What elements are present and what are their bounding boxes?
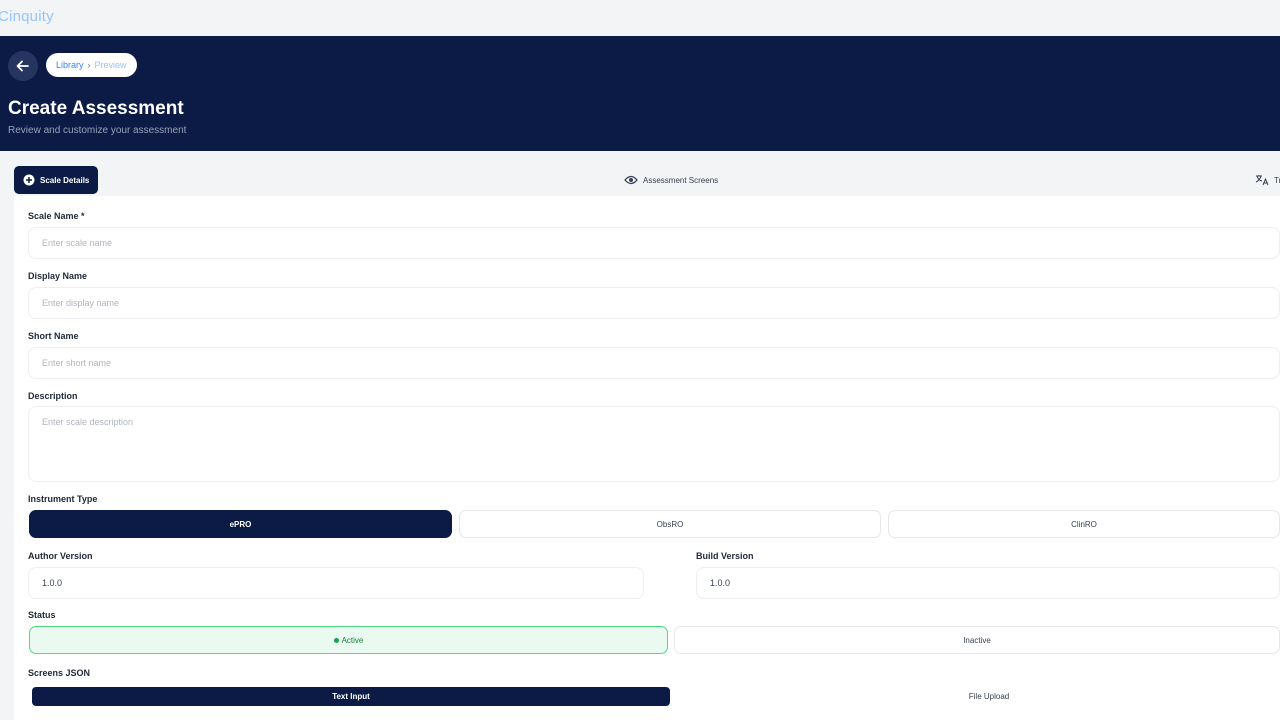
scale-name-label: Scale Name * bbox=[28, 211, 85, 221]
short-name-label: Short Name bbox=[28, 331, 79, 341]
tab-assessment-screens[interactable]: Assessment Screens bbox=[624, 166, 718, 194]
status-dot-icon bbox=[333, 637, 339, 643]
scale-details-form: Scale Name * Enter scale name Display Na… bbox=[14, 196, 1280, 720]
description-label: Description bbox=[28, 391, 78, 401]
screens-json-label: Screens JSON bbox=[28, 668, 91, 678]
build-version-label: Build Version bbox=[696, 551, 754, 561]
tab-translations[interactable]: Tr bbox=[1255, 166, 1280, 194]
author-version-input[interactable]: 1.0.0 bbox=[28, 567, 644, 599]
build-version-input[interactable]: 1.0.0 bbox=[696, 567, 1280, 599]
page-subtitle: Review and customize your assessment bbox=[8, 125, 187, 136]
description-textarea[interactable]: Enter scale description bbox=[28, 406, 1280, 482]
status-inactive-option[interactable]: Inactive bbox=[674, 626, 1280, 654]
tab-label: Scale Details bbox=[40, 175, 90, 185]
page-title: Create Assessment bbox=[8, 98, 184, 119]
back-button[interactable] bbox=[8, 51, 38, 81]
status-active-option[interactable]: Active bbox=[29, 626, 668, 654]
chevron-right-icon: › bbox=[87, 60, 91, 70]
scale-name-input[interactable]: Enter scale name bbox=[28, 227, 1280, 259]
tab-scale-details[interactable]: Scale Details bbox=[14, 166, 99, 194]
breadcrumb-preview: Preview bbox=[94, 60, 127, 70]
breadcrumb-library[interactable]: Library bbox=[56, 60, 84, 70]
instrument-type-obsro[interactable]: ObsRO bbox=[459, 510, 881, 538]
screens-json-text-input-tab[interactable]: Text Input bbox=[32, 687, 670, 706]
brand-logo: Cinquity bbox=[0, 8, 54, 25]
section-tabs: Scale Details Assessment Screens Tr bbox=[14, 166, 1280, 196]
plus-circle-icon bbox=[23, 174, 35, 186]
instrument-type-label: Instrument Type bbox=[28, 494, 98, 504]
status-label: Status bbox=[28, 610, 56, 620]
page-header: Library › Preview Create Assessment Revi… bbox=[0, 36, 1280, 151]
arrow-left-icon bbox=[16, 60, 29, 72]
author-version-label: Author Version bbox=[28, 551, 93, 561]
instrument-type-clinro[interactable]: ClinRO bbox=[888, 510, 1280, 538]
breadcrumb: Library › Preview bbox=[46, 53, 137, 77]
tab-label: Assessment Screens bbox=[643, 175, 719, 185]
display-name-input[interactable]: Enter display name bbox=[28, 287, 1280, 319]
instrument-type-epro[interactable]: ePRO bbox=[29, 510, 452, 538]
display-name-label: Display Name bbox=[28, 271, 88, 281]
screens-json-file-upload-tab[interactable]: File Upload bbox=[670, 687, 1280, 706]
eye-icon bbox=[624, 175, 638, 185]
status-active-label: Active bbox=[341, 635, 364, 645]
short-name-input[interactable]: Enter short name bbox=[28, 347, 1280, 379]
translate-icon bbox=[1255, 175, 1269, 186]
tab-label: Tr bbox=[1274, 175, 1280, 185]
